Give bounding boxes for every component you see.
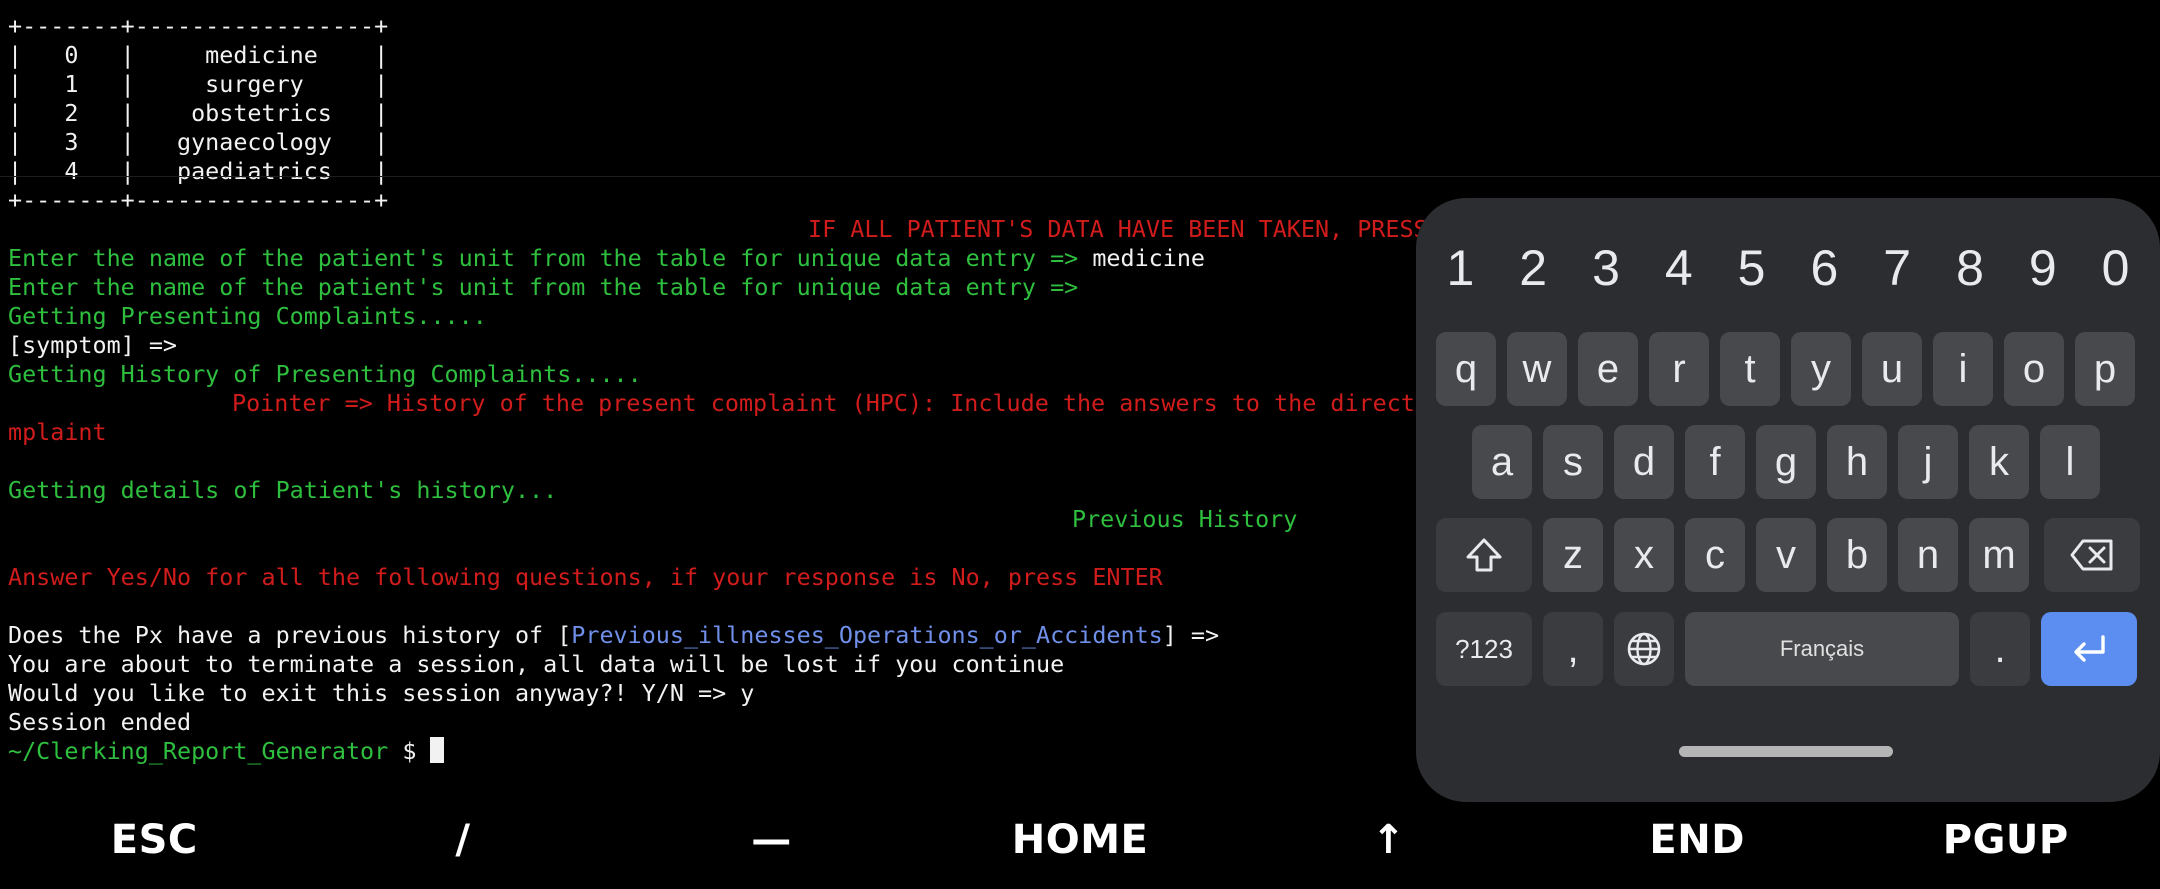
key-h[interactable]: h	[1827, 425, 1887, 499]
shell-prompt-line[interactable]: ~/Clerking_Report_Generator $	[8, 737, 445, 766]
symptom-prompt: [symptom] =>	[8, 331, 177, 359]
table-row: | 2 | obstetrics |	[8, 99, 389, 127]
entry-value: medicine	[1092, 244, 1206, 272]
key-8[interactable]: 8	[1934, 238, 2007, 298]
language-key[interactable]	[1614, 612, 1674, 686]
session-ended-text: Session ended	[8, 708, 192, 736]
shift-key[interactable]	[1436, 518, 1532, 592]
entry-line: Enter the name of the patient's unit fro…	[8, 244, 1205, 273]
key-z[interactable]: z	[1543, 518, 1603, 592]
table-border-bottom: +-------+-----------------+	[8, 186, 389, 214]
history-heading: Getting details of Patient's history...	[8, 476, 558, 504]
divider	[0, 176, 2160, 177]
esc-key[interactable]: ESC	[0, 790, 309, 889]
soft-keyboard: 1 2 3 4 5 6 7 8 9 0 q w e r t y u i o p …	[1416, 198, 2160, 802]
warning-text: You are about to terminate a session, al…	[8, 650, 1065, 678]
key-6[interactable]: 6	[1788, 238, 1861, 298]
table-row: | 1 | surgery |	[8, 70, 389, 98]
key-2[interactable]: 2	[1497, 238, 1570, 298]
enter-icon	[2074, 635, 2105, 662]
backspace-key[interactable]	[2044, 518, 2140, 592]
key-a[interactable]: a	[1472, 425, 1532, 499]
prompt-symbol: $	[388, 737, 431, 765]
key-0[interactable]: 0	[2079, 238, 2152, 298]
key-r[interactable]: r	[1649, 332, 1709, 406]
key-y[interactable]: y	[1791, 332, 1851, 406]
key-f[interactable]: f	[1685, 425, 1745, 499]
shift-icon	[1466, 538, 1502, 572]
space-key[interactable]: Français	[1685, 612, 1959, 686]
question-suffix: ] =>	[1162, 621, 1220, 649]
backspace-icon	[2070, 539, 2113, 571]
key-x[interactable]: x	[1614, 518, 1674, 592]
key-i[interactable]: i	[1933, 332, 1993, 406]
key-e[interactable]: e	[1578, 332, 1638, 406]
key-9[interactable]: 9	[2006, 238, 2079, 298]
key-p[interactable]: p	[2075, 332, 2135, 406]
key-q[interactable]: q	[1436, 332, 1496, 406]
key-t[interactable]: t	[1720, 332, 1780, 406]
gesture-handle[interactable]	[1679, 746, 1893, 757]
prompt-path: ~/Clerking_Report_Generator	[8, 737, 389, 765]
key-j[interactable]: j	[1898, 425, 1958, 499]
key-w[interactable]: w	[1507, 332, 1567, 406]
key-b[interactable]: b	[1827, 518, 1887, 592]
key-l[interactable]: l	[2040, 425, 2100, 499]
enter-key[interactable]	[2041, 612, 2137, 686]
banner-text: IF ALL PATIENT'S DATA HAVE BEEN TAKEN, P…	[808, 215, 1428, 243]
key-s[interactable]: s	[1543, 425, 1603, 499]
table-row: | 0 | medicine |	[8, 41, 389, 69]
pointer-text: Pointer => History of the present compla…	[232, 389, 1415, 417]
exit-prompt: Would you like to exit this session anyw…	[8, 679, 755, 707]
table-row: | 4 | paediatrics |	[8, 157, 389, 185]
key-c[interactable]: c	[1685, 518, 1745, 592]
end-key[interactable]: END	[1543, 790, 1852, 889]
slash-key[interactable]: /	[309, 790, 618, 889]
previous-history-heading: Previous History	[1072, 505, 1298, 533]
comma-key[interactable]: ,	[1543, 612, 1603, 686]
symbols-key[interactable]: ?123	[1436, 612, 1532, 686]
pointer-continuation: mplaint	[8, 418, 107, 446]
question-prefix: Does the Px have a previous history of [	[8, 621, 572, 649]
question-topic: Previous_illnesses_Operations_or_Acciden…	[571, 621, 1163, 649]
answer-hint: Answer Yes/No for all the following ques…	[8, 563, 1163, 591]
globe-icon	[1627, 632, 1661, 666]
key-d[interactable]: d	[1614, 425, 1674, 499]
key-4[interactable]: 4	[1642, 238, 1715, 298]
key-k[interactable]: k	[1969, 425, 2029, 499]
key-o[interactable]: o	[2004, 332, 2064, 406]
table-border-top: +-------+-----------------+	[8, 12, 389, 40]
key-g[interactable]: g	[1756, 425, 1816, 499]
presenting-heading: Getting Presenting Complaints.....	[8, 302, 487, 330]
home-key[interactable]: HOME	[926, 790, 1235, 889]
key-v[interactable]: v	[1756, 518, 1816, 592]
hpc-heading: Getting History of Presenting Complaints…	[8, 360, 642, 388]
key-u[interactable]: u	[1862, 332, 1922, 406]
key-m[interactable]: m	[1969, 518, 2029, 592]
entry-prompt: Enter the name of the patient's unit fro…	[8, 244, 1093, 272]
key-3[interactable]: 3	[1570, 238, 1643, 298]
pgup-key[interactable]: PGUP	[1851, 790, 2160, 889]
extra-keys-bar: ESC / — HOME ↑ END PGUP	[0, 790, 2160, 889]
up-arrow-key[interactable]: ↑	[1234, 790, 1543, 889]
dash-key[interactable]: —	[617, 790, 926, 889]
key-7[interactable]: 7	[1861, 238, 1934, 298]
key-1[interactable]: 1	[1424, 238, 1497, 298]
question-line: Does the Px have a previous history of […	[8, 621, 1219, 650]
period-key[interactable]: .	[1970, 612, 2030, 686]
number-row: 1 2 3 4 5 6 7 8 9 0	[1424, 238, 2152, 298]
key-n[interactable]: n	[1898, 518, 1958, 592]
key-5[interactable]: 5	[1715, 238, 1788, 298]
table-row: | 3 | gynaecology |	[8, 128, 389, 156]
text-cursor	[430, 737, 445, 763]
entry-prompt-repeat: Enter the name of the patient's unit fro…	[8, 273, 1079, 301]
